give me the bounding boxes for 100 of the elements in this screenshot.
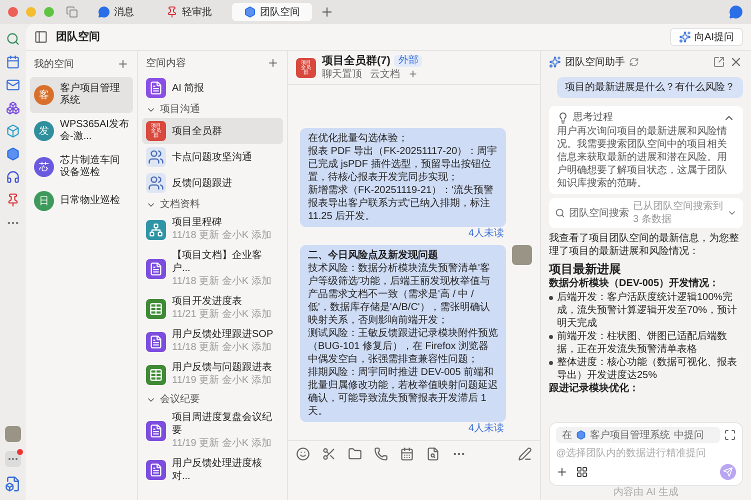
scope-prefix: 在: [562, 428, 572, 442]
space-item[interactable]: 客 客户项目管理系统: [30, 77, 133, 113]
item-name: 项目全员群: [172, 124, 222, 138]
folder-icon[interactable]: [348, 446, 362, 460]
item-meta: 11/19 更新 金小K 添加: [172, 374, 272, 388]
space-item[interactable]: 发 WPS365AI发布会-激...: [30, 113, 133, 149]
sparkle-icon: [549, 56, 561, 68]
section-toggle[interactable]: 项目沟通: [142, 101, 283, 118]
message-text: 技术风险：数据分析模块流失预警清单'客户等级筛选'功能，后端王丽发现枚举值与产品需求文档不一致（需求是'高 / 中 / 低'，数据库存储是'A/B/C'），需张明确认映射关系，否则影响前端开发；: [308, 262, 491, 327]
section-title: 空间内容: [146, 56, 186, 70]
ai-brief-item[interactable]: AI 简报: [142, 75, 283, 101]
ask-ai-button[interactable]: 向AI提问: [670, 28, 743, 46]
open-external-icon[interactable]: [713, 56, 725, 68]
add-icon[interactable]: [117, 58, 129, 70]
answer-subheading: 数据分析模块（DEV-005）开发情况：: [549, 277, 720, 291]
copy-icon[interactable]: [66, 6, 78, 18]
space-item[interactable]: 芯 芯片制造车间设备巡检: [30, 149, 133, 185]
content-item[interactable]: 用户反馈处理进度核对...: [142, 454, 283, 486]
bullet-text: 整体进度：核心功能（数据可视化、报表导出）开发进度达25%: [557, 356, 738, 382]
sparkle-icon: [678, 31, 691, 43]
message-text: 在优化批量勾选体验；: [308, 132, 409, 145]
app-tab[interactable]: 团队空间: [232, 3, 312, 21]
section-title: 文档资料: [160, 198, 200, 212]
add-icon[interactable]: [556, 466, 568, 478]
space-item[interactable]: 日 日常物业巡检: [30, 185, 133, 217]
content-item[interactable]: 项目周进度复盘会议纪要 11/19 更新 金小K 添加: [142, 408, 283, 454]
refresh-icon[interactable]: [629, 57, 639, 67]
avatar-photo-placeholder[interactable]: [5, 426, 21, 442]
search-document-icon[interactable]: [426, 446, 440, 460]
chat-header-tab[interactable]: 云文档: [370, 68, 400, 80]
message-text: 排期风险：周宇同时推进 DEV-005 前端和批量归属修改功能，若枚举值映射问题延迟确认，可能导致流失预警报表开发滞后 1 天。: [308, 366, 498, 418]
more-apps-button[interactable]: [5, 451, 21, 467]
space-avatar: 芯: [34, 157, 54, 177]
search-title: 团队空间搜索: [569, 206, 629, 220]
send-button[interactable]: [720, 464, 736, 480]
thinking-toggle[interactable]: 思考过程: [557, 110, 735, 125]
item-name: 用户反馈与问题跟进表: [172, 361, 272, 374]
mail-icon[interactable]: [6, 78, 20, 92]
hexagon-icon: [244, 6, 256, 18]
add-icon[interactable]: [267, 57, 279, 69]
hexagon-icon[interactable]: [6, 147, 20, 161]
message-text: 测试风险：王敏反馈跟进记录模块附件预览（BUG-101 修复后），在 Firefox 浏览器中偶发空白，张强需排查兼容性问题；: [308, 327, 498, 366]
close-icon[interactable]: [729, 55, 743, 69]
item-name: 项目开发进度表: [172, 295, 243, 308]
answer-subheading: 跟进记录模块优化：: [549, 382, 640, 396]
space-name: 客户项目管理系统: [60, 83, 121, 107]
section-toggle[interactable]: 会议纪要: [142, 391, 283, 408]
chat-bubble-icon: [98, 6, 110, 18]
item-meta: 11/21 更新 金小K 添加: [172, 308, 272, 322]
space-name: 日常物业巡检: [60, 195, 120, 207]
tab-label: 消息: [114, 6, 134, 20]
cube-icon[interactable]: [6, 124, 20, 138]
chat-bubble-icon[interactable]: [729, 5, 743, 19]
content-item[interactable]: 项目开发进度表 11/21 更新 金小K 添加: [142, 292, 283, 325]
question-bubble: 项目的最新进展是什么？有什么风险？: [557, 77, 743, 98]
new-tab-icon[interactable]: [320, 5, 334, 19]
calendar-icon[interactable]: [6, 55, 20, 69]
sidebar-toggle-icon[interactable]: [34, 30, 48, 44]
space-avatar: 发: [34, 121, 54, 141]
document-icon: [146, 421, 166, 441]
item-name: 用户反馈处理进度核对...: [172, 457, 263, 483]
content-item[interactable]: 【项目文档】企业客户... 11/18 更新 金小K 添加: [142, 246, 283, 292]
external-tag: 外部: [394, 55, 422, 67]
expand-icon[interactable]: [724, 429, 736, 441]
content-item[interactable]: 项目里程碑 11/18 更新 金小K 添加: [142, 213, 283, 246]
app-tab[interactable]: 消息: [86, 3, 146, 21]
app-tab[interactable]: 轻审批: [154, 3, 224, 21]
calendar-icon[interactable]: [400, 446, 414, 460]
question-input-field[interactable]: @选择团队内的数据进行精准提问: [556, 445, 736, 461]
cubes-icon[interactable]: [6, 101, 20, 115]
pin-icon[interactable]: [6, 193, 20, 207]
page-title: 团队空间: [56, 30, 100, 45]
document-app-icon[interactable]: [5, 476, 21, 492]
content-item[interactable]: 用户反馈处理跟进SOP 11/18 更新 金小K 添加: [142, 325, 283, 358]
read-status-link[interactable]: 4人未读: [468, 422, 504, 436]
read-status-link[interactable]: 4人未读: [468, 227, 504, 241]
content-item[interactable]: 用户反馈与问题跟进表 11/19 更新 金小K 添加: [142, 358, 283, 391]
item-name: 项目里程碑: [172, 216, 223, 229]
apps-icon[interactable]: [576, 466, 588, 478]
scope-suffix: 中提问: [674, 428, 704, 442]
message-text: 新增需求（FK-20251119-21）：'流失预警报表导出客户联系方式'已纳入排期，标注 11.25 后开发。: [308, 184, 494, 223]
pin-icon: [166, 6, 178, 18]
headset-icon[interactable]: [6, 170, 20, 184]
scissors-icon[interactable]: [322, 446, 336, 460]
section-toggle[interactable]: 文档资料: [142, 196, 283, 213]
phone-icon[interactable]: [374, 446, 388, 460]
item-name: 反馈问题跟进: [172, 176, 232, 190]
content-item[interactable]: 卡点问题攻坚沟通: [142, 144, 283, 170]
section-title: 项目沟通: [160, 102, 200, 117]
emoji-icon[interactable]: [296, 446, 310, 460]
content-item[interactable]: 反馈问题跟进: [142, 170, 283, 196]
scope-chip[interactable]: 在 客户项目管理系统 中提问: [556, 427, 720, 443]
document-icon: [146, 332, 166, 352]
section-title: 我的空间: [34, 58, 74, 72]
pen-icon[interactable]: [518, 446, 532, 460]
lightbulb-icon: [557, 112, 569, 124]
chat-header-tab[interactable]: 聊天置顶: [322, 68, 362, 80]
message-text: 报表 PDF 导出（FK-20251117-20）：周宇已完成 jsPDF 插件选型，预留导出按钮位置，待核心报表开发完同步实现；: [308, 145, 498, 184]
thinking-title: 思考过程: [573, 110, 614, 125]
search-icon[interactable]: [6, 32, 20, 46]
